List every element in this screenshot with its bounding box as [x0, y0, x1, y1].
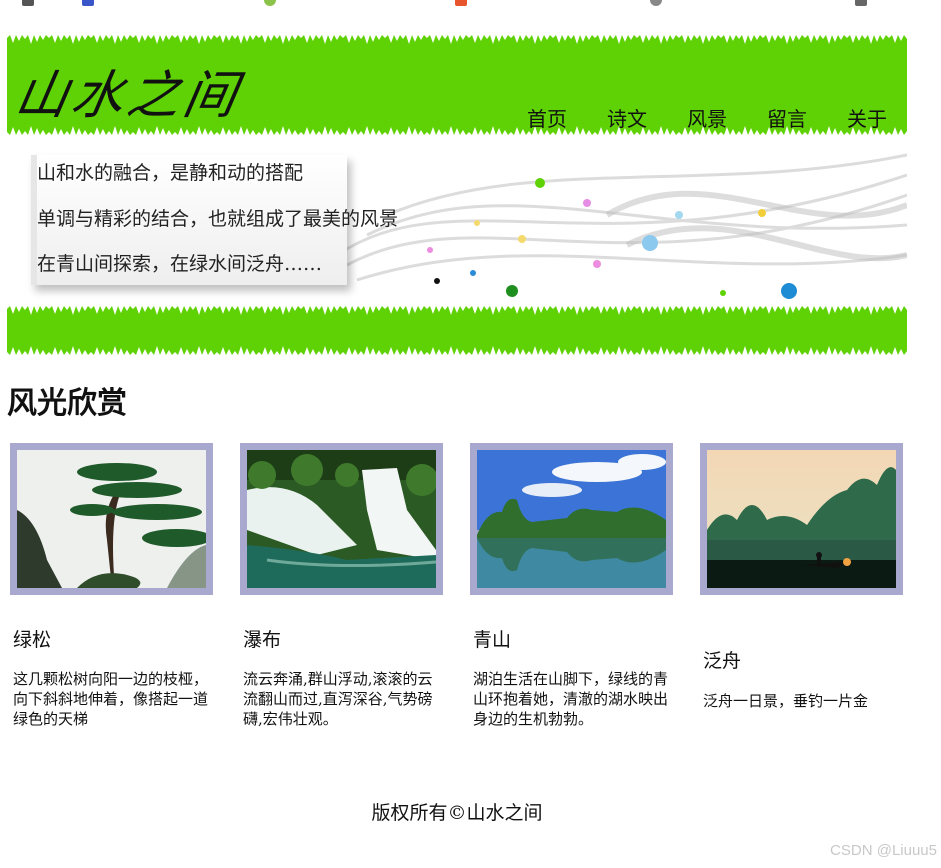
nav-poetry[interactable]: 诗文	[607, 103, 647, 132]
card-image-frame[interactable]	[700, 443, 903, 595]
bookmark-icon[interactable]	[22, 0, 34, 6]
footer-copyright: 版权所有©山水之间	[371, 802, 543, 824]
section-title: 风光欣赏	[7, 386, 127, 421]
banner-line-3: 在青山间探索，在绿水间泛舟……	[37, 253, 323, 275]
nav-scenery[interactable]: 风景	[687, 103, 727, 132]
hero-banner: 山和水的融合，是静和动的搭配 单调与精彩的结合，也就组成了最美的风景 在青山间探…	[7, 135, 907, 310]
card-image-frame[interactable]	[470, 443, 673, 595]
card-image-frame[interactable]	[10, 443, 213, 595]
card-description: 泛舟一日景，垂钓一片金	[703, 692, 869, 710]
card-title: 绿松	[13, 629, 52, 651]
nav-about[interactable]: 关于	[847, 103, 887, 132]
card-title: 瀑布	[243, 629, 282, 651]
grass-texture	[7, 35, 907, 44]
nav-home[interactable]: 首页	[527, 103, 567, 132]
gallery-card-waterfall[interactable]: 瀑布 流云奔涌,群山浮动,滚滚的云流翻山而过,直泻深谷,气势磅礴,宏伟壮观。	[240, 443, 443, 728]
banner-line-2: 单调与精彩的结合，也就组成了最美的风景	[37, 208, 399, 230]
site-header: 山水之间 首页 诗文 风景 留言 关于	[7, 35, 907, 135]
bookmark-icon[interactable]	[650, 0, 662, 6]
browser-bookmark-strip	[0, 0, 941, 6]
card-description: 流云奔涌,群山浮动,滚滚的云流翻山而过,直泻深谷,气势磅礴,宏伟壮观。	[243, 670, 433, 728]
waterfall-image[interactable]	[247, 450, 436, 588]
bookmark-icon[interactable]	[455, 0, 467, 6]
mountain-lake-image[interactable]	[477, 450, 666, 588]
river-boat-image[interactable]	[707, 450, 896, 588]
card-title: 泛舟	[703, 650, 742, 672]
grass-texture	[7, 306, 907, 315]
gallery-card-boat[interactable]: 泛舟 泛舟一日景，垂钓一片金	[700, 443, 903, 710]
card-description: 湖泊生活在山脚下，绿线的青山环抱着她，清澈的湖水映出身边的生机勃勃。	[473, 670, 669, 728]
grass-divider	[7, 306, 907, 355]
main-nav: 首页 诗文 风景 留言 关于	[527, 103, 887, 132]
bookmark-icon[interactable]	[264, 0, 276, 6]
card-title: 青山	[473, 629, 512, 651]
gallery-card-pine[interactable]: 绿松 这几颗松树向阳一边的枝桠，向下斜斜地伸着，像搭起一道绿色的天梯	[10, 443, 213, 728]
bookmark-icon[interactable]	[855, 0, 867, 6]
nav-guestbook[interactable]: 留言	[767, 103, 807, 132]
csdn-watermark: CSDN @Liuuu5	[830, 842, 937, 859]
site-logo-title: 山水之间	[10, 66, 246, 126]
grass-texture	[7, 346, 907, 355]
card-description: 这几颗松树向阳一边的枝桠，向下斜斜地伸着，像搭起一道绿色的天梯	[13, 670, 209, 728]
card-image-frame[interactable]	[240, 443, 443, 595]
pine-tree-image[interactable]	[17, 450, 206, 588]
gallery-card-mountain[interactable]: 青山 湖泊生活在山脚下，绿线的青山环抱着她，清澈的湖水映出身边的生机勃勃。	[470, 443, 673, 728]
banner-line-1: 山和水的融合，是静和动的搭配	[37, 162, 304, 184]
bookmark-icon[interactable]	[82, 0, 94, 6]
